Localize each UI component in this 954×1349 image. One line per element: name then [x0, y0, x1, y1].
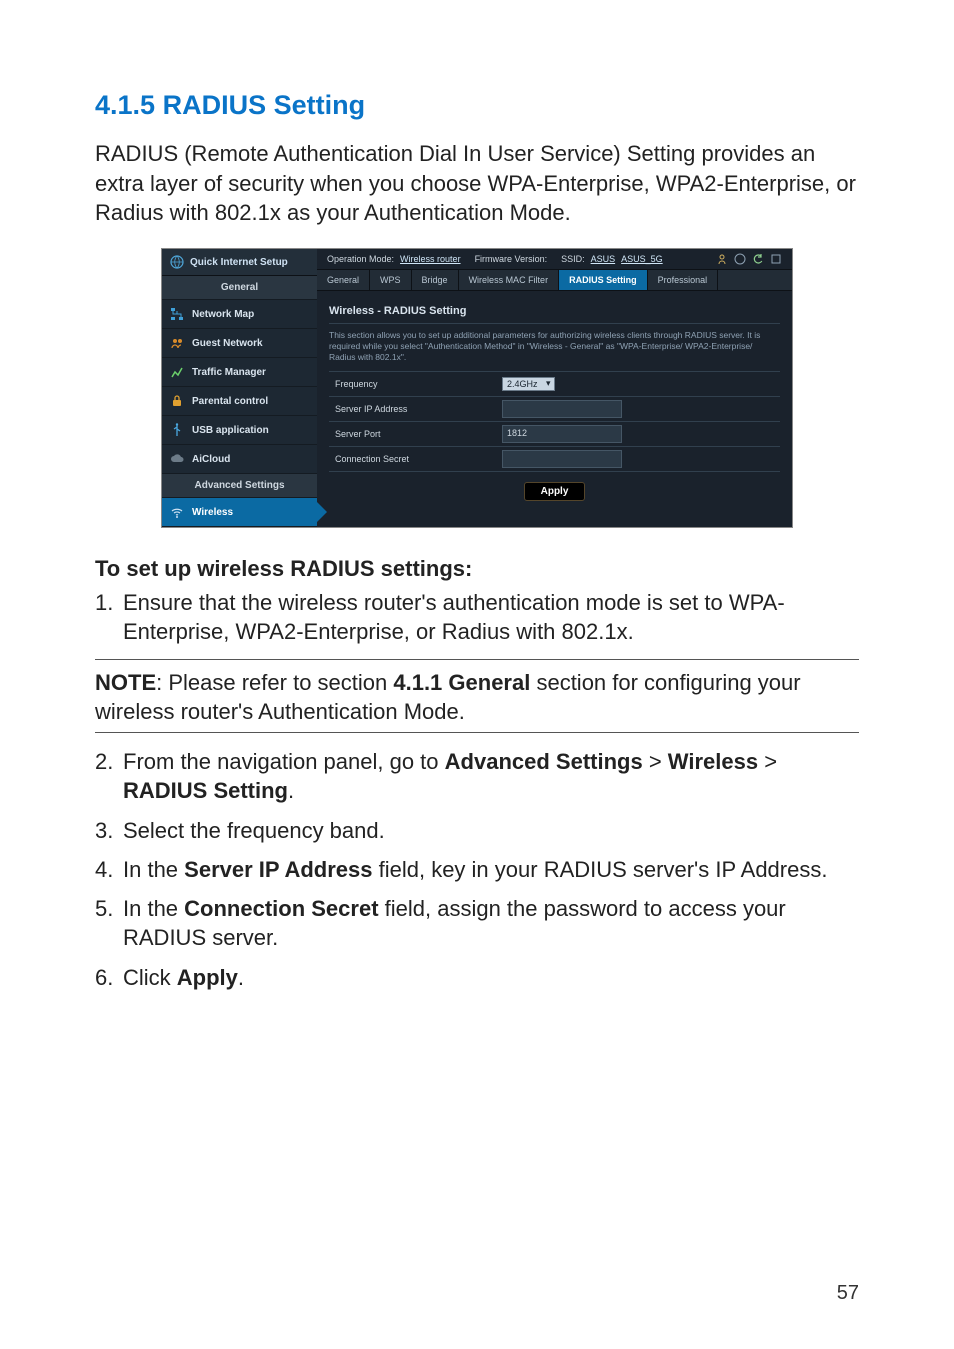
- panel-description: This section allows you to set up additi…: [329, 324, 780, 372]
- sidebar-item-label: Network Map: [192, 309, 254, 320]
- step-number: 5.: [95, 894, 123, 953]
- sidebar-item-usb-application[interactable]: USB application: [162, 416, 317, 445]
- globe-icon: [170, 255, 184, 269]
- step-number: 6.: [95, 963, 123, 992]
- sidebar-qis-label: Quick Internet Setup: [190, 257, 288, 268]
- steps-list: 1. Ensure that the wireless router's aut…: [95, 588, 859, 647]
- sidebar: Quick Internet Setup General Network Map…: [162, 249, 317, 527]
- connection-secret-input[interactable]: [502, 450, 622, 468]
- sidebar-category-advanced: Advanced Settings: [162, 474, 317, 498]
- server-ip-input[interactable]: [502, 400, 622, 418]
- step-text: In the Connection Secret field, assign t…: [123, 894, 859, 953]
- step-text: In the Server IP Address field, key in y…: [123, 855, 859, 884]
- frequency-label: Frequency: [329, 375, 496, 393]
- server-port-label: Server Port: [329, 425, 496, 443]
- step-text: From the navigation panel, go to Advance…: [123, 747, 859, 806]
- step-number: 1.: [95, 588, 123, 647]
- tab-wps[interactable]: WPS: [370, 270, 412, 290]
- tab-general[interactable]: General: [317, 270, 370, 290]
- sidebar-item-wireless[interactable]: Wireless: [162, 498, 317, 527]
- sidebar-item-traffic-manager[interactable]: Traffic Manager: [162, 358, 317, 387]
- step-5: 5. In the Connection Secret field, assig…: [95, 894, 859, 953]
- sidebar-item-label: AiCloud: [192, 454, 230, 465]
- panel-title: Wireless - RADIUS Setting: [329, 301, 780, 324]
- row-server-port: Server Port 1812: [329, 422, 780, 447]
- tab-professional[interactable]: Professional: [648, 270, 719, 290]
- lead-paragraph: RADIUS (Remote Authentication Dial In Us…: [95, 139, 859, 228]
- tab-bar: General WPS Bridge Wireless MAC Filter R…: [317, 269, 792, 291]
- note-box: NOTE: Please refer to section 4.1.1 Gene…: [95, 659, 859, 734]
- network-icon: [170, 307, 184, 321]
- ssid-2[interactable]: ASUS_5G: [621, 254, 663, 264]
- usb-icon: [170, 423, 184, 437]
- ssid-label: SSID:: [561, 254, 585, 264]
- lock-icon: [170, 394, 184, 408]
- instructions-title: To set up wireless RADIUS settings:: [95, 556, 859, 582]
- cloud-icon: [170, 452, 184, 466]
- page-number: 57: [837, 1282, 859, 1305]
- panel-content: Wireless - RADIUS Setting This section a…: [317, 291, 792, 521]
- tab-bridge[interactable]: Bridge: [412, 270, 459, 290]
- section-heading: RADIUS Setting: [163, 90, 366, 120]
- info-icon[interactable]: [770, 253, 782, 265]
- section-title: 4.1.5 RADIUS Setting: [95, 90, 859, 121]
- row-server-ip: Server IP Address: [329, 397, 780, 422]
- step-text: Click Apply.: [123, 963, 859, 992]
- tab-radius-setting[interactable]: RADIUS Setting: [559, 270, 648, 290]
- step-number: 2.: [95, 747, 123, 806]
- language-icon[interactable]: [734, 253, 746, 265]
- step-2: 2. From the navigation panel, go to Adva…: [95, 747, 859, 806]
- note-bold: 4.1.1 General: [393, 670, 530, 695]
- sidebar-item-label: Parental control: [192, 396, 268, 407]
- op-mode-value[interactable]: Wireless router: [400, 254, 461, 264]
- server-ip-label: Server IP Address: [329, 400, 496, 418]
- frequency-select[interactable]: 2.4GHz: [502, 377, 555, 391]
- row-frequency: Frequency 2.4GHz: [329, 372, 780, 397]
- step-3: 3. Select the frequency band.: [95, 816, 859, 845]
- note-body1: : Please refer to section: [156, 670, 393, 695]
- router-admin-screenshot: Quick Internet Setup General Network Map…: [161, 248, 793, 528]
- sidebar-category-general: General: [162, 276, 317, 300]
- chart-icon: [170, 365, 184, 379]
- sidebar-quick-internet-setup[interactable]: Quick Internet Setup: [162, 249, 317, 276]
- connection-secret-label: Connection Secret: [329, 450, 496, 468]
- sidebar-item-label: USB application: [192, 425, 269, 436]
- note-prefix: NOTE: [95, 670, 156, 695]
- sidebar-item-aicloud[interactable]: AiCloud: [162, 445, 317, 474]
- reboot-icon[interactable]: [752, 253, 764, 265]
- sidebar-item-label: Traffic Manager: [192, 367, 266, 378]
- top-bar: Operation Mode: Wireless router Firmware…: [317, 249, 792, 269]
- server-port-input[interactable]: 1812: [502, 425, 622, 443]
- sidebar-item-parental-control[interactable]: Parental control: [162, 387, 317, 416]
- step-1: 1. Ensure that the wireless router's aut…: [95, 588, 859, 647]
- sidebar-item-label: Wireless: [192, 507, 233, 518]
- steps-list-2: 2. From the navigation panel, go to Adva…: [95, 747, 859, 992]
- section-number: 4.1.5: [95, 90, 155, 120]
- sidebar-item-label: Guest Network: [192, 338, 263, 349]
- main-panel: Operation Mode: Wireless router Firmware…: [317, 249, 792, 527]
- step-number: 4.: [95, 855, 123, 884]
- fw-label: Firmware Version:: [475, 254, 548, 264]
- tab-wireless-mac-filter[interactable]: Wireless MAC Filter: [459, 270, 560, 290]
- people-icon: [170, 336, 184, 350]
- step-text: Ensure that the wireless router's authen…: [123, 588, 859, 647]
- step-number: 3.: [95, 816, 123, 845]
- ssid-1[interactable]: ASUS: [591, 254, 616, 264]
- row-connection-secret: Connection Secret: [329, 447, 780, 472]
- step-text: Select the frequency band.: [123, 816, 859, 845]
- logout-icon[interactable]: [716, 253, 728, 265]
- wifi-icon: [170, 505, 184, 519]
- apply-button[interactable]: Apply: [524, 482, 586, 501]
- sidebar-item-network-map[interactable]: Network Map: [162, 300, 317, 329]
- step-6: 6. Click Apply.: [95, 963, 859, 992]
- sidebar-item-guest-network[interactable]: Guest Network: [162, 329, 317, 358]
- op-mode-label: Operation Mode:: [327, 254, 394, 264]
- frequency-value: 2.4GHz: [507, 379, 538, 389]
- step-4: 4. In the Server IP Address field, key i…: [95, 855, 859, 884]
